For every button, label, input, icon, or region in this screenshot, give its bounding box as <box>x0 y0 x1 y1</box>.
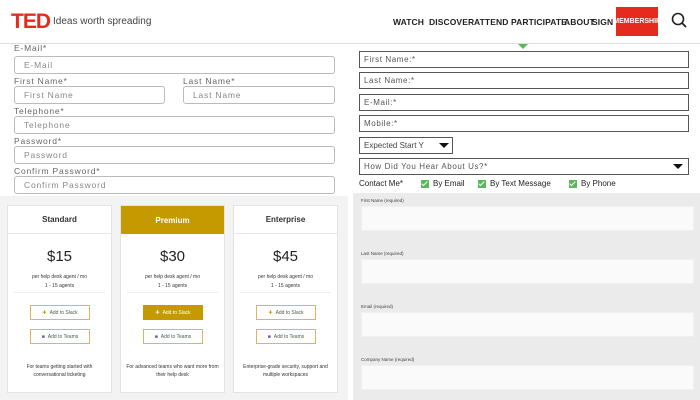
email-label: E-Mail* <box>14 43 47 53</box>
ted-logo[interactable]: TED <box>11 10 51 34</box>
by-text-option[interactable]: By Text Message <box>478 179 551 188</box>
select-value: How Did You Hear About Us?* <box>364 162 488 171</box>
mobile-input[interactable]: Mobile:* <box>359 115 689 132</box>
add-to-teams-button[interactable]: ■ Add to Teams <box>256 329 316 344</box>
button-label: Add to Slack <box>162 309 191 316</box>
plan-card-premium: Premium $30 per help desk agent / mo 1 - … <box>120 205 225 393</box>
first-name-field[interactable]: First Name <box>14 86 165 104</box>
email-field[interactable]: E-Mail <box>14 56 335 74</box>
select-value: Expected Start Y <box>364 141 424 150</box>
button-label: Add to Teams <box>273 333 305 340</box>
expected-start-select[interactable]: Expected Start Y <box>359 137 453 154</box>
plan-price: $15 <box>46 248 73 265</box>
nav-attend[interactable]: ATTEND <box>474 17 508 27</box>
company-name-label: Company Name (required) <box>361 357 415 362</box>
button-label: Add to Teams <box>160 333 192 340</box>
hear-about-us-select[interactable]: How Did You Hear About Us?* <box>359 158 689 175</box>
divider <box>240 292 331 293</box>
option-label: By Phone <box>581 179 616 188</box>
add-to-teams-button[interactable]: ■ Add to Teams <box>143 329 203 344</box>
nav-watch[interactable]: WATCH <box>393 17 424 27</box>
plan-price: $45 <box>272 248 299 265</box>
top-navigation-bar: TED Ideas worth spreading WATCH DISCOVER… <box>0 0 700 44</box>
slack-icon: ✚ <box>42 309 47 316</box>
option-label: By Text Message <box>490 179 551 188</box>
confirm-password-field[interactable]: Confirm Password <box>14 176 335 194</box>
last-name-input[interactable] <box>361 259 694 284</box>
first-name-input[interactable] <box>361 206 694 231</box>
nav-discover[interactable]: DISCOVER <box>429 17 474 27</box>
caret-down-icon <box>518 44 528 49</box>
telephone-label: Telephone* <box>14 106 65 116</box>
add-to-teams-button[interactable]: ■ Add to Teams <box>30 329 90 344</box>
teams-icon: ■ <box>154 333 158 340</box>
add-to-slack-button[interactable]: ✚ Add to Slack <box>30 305 90 320</box>
checkbox-checked-icon[interactable] <box>478 179 486 188</box>
plan-description: per help desk agent / mo 1 - 15 agents <box>234 273 337 291</box>
plan-footer: For teams getting started with conversat… <box>26 364 93 378</box>
plan-name: Premium <box>121 206 224 234</box>
slack-icon: ✚ <box>155 309 160 316</box>
plan-footer: For advanced teams who want more from th… <box>126 364 219 378</box>
last-name-input[interactable]: Last Name:* <box>359 72 689 89</box>
by-phone-option[interactable]: By Phone <box>569 179 616 188</box>
contact-me-label: Contact Me* <box>359 179 404 188</box>
nav-participate[interactable]: PARTICIPATE <box>511 17 567 27</box>
option-label: By Email <box>433 179 465 188</box>
chevron-down-icon <box>439 143 449 148</box>
first-name-label: First Name* <box>14 76 68 86</box>
plan-rate: per help desk agent / mo <box>144 274 201 280</box>
plan-agents: 1 - 15 agents <box>270 283 301 289</box>
add-to-slack-button[interactable]: ✚ Add to Slack <box>256 305 316 320</box>
select-arrow <box>434 138 452 153</box>
divider <box>14 292 105 293</box>
plan-agents: 1 - 15 agents <box>44 283 75 289</box>
plan-description: per help desk agent / mo 1 - 15 agents <box>121 273 224 291</box>
button-label: Add to Slack <box>275 309 304 316</box>
last-name-label: Last Name* <box>183 76 236 86</box>
plan-name: Standard <box>8 206 111 234</box>
password-label: Password* <box>14 136 62 146</box>
plan-card-standard: Standard $15 per help desk agent / mo 1 -… <box>7 205 112 393</box>
plan-rate: per help desk agent / mo <box>257 274 314 280</box>
email-input[interactable]: E-Mail:* <box>359 94 689 111</box>
plan-name: Enterprise <box>234 206 337 234</box>
button-label: Add to Slack <box>49 309 78 316</box>
plan-card-enterprise: Enterprise $45 per help desk agent / mo 1… <box>233 205 338 393</box>
by-email-option[interactable]: By Email <box>421 179 465 188</box>
last-name-field[interactable]: Last Name <box>183 86 335 104</box>
teams-icon: ■ <box>267 333 271 340</box>
plan-footer: Enterprise-grade security, support and m… <box>243 364 328 378</box>
divider <box>127 292 218 293</box>
telephone-field[interactable]: Telephone <box>14 116 335 134</box>
email-input[interactable] <box>361 312 694 337</box>
first-name-input[interactable]: First Name:* <box>359 51 689 68</box>
add-to-slack-button[interactable]: ✚ Add to Slack <box>143 305 203 320</box>
password-field[interactable]: Password <box>14 146 335 164</box>
last-name-label: Last Name (required) <box>361 251 404 256</box>
checkbox-checked-icon[interactable] <box>569 179 577 188</box>
nav-about[interactable]: ABOUT <box>564 17 595 27</box>
chevron-down-icon <box>673 164 683 169</box>
plan-price: $30 <box>159 248 186 265</box>
plan-agents: 1 - 15 agents <box>157 283 188 289</box>
company-name-input[interactable] <box>361 365 694 390</box>
slack-icon: ✚ <box>268 309 273 316</box>
email-label: Email (required) <box>361 304 394 309</box>
button-label: Add to Teams <box>47 333 79 340</box>
tagline: Ideas worth spreading <box>53 16 152 27</box>
confirm-password-label: Confirm Password* <box>14 166 101 176</box>
checkbox-checked-icon[interactable] <box>421 179 429 188</box>
search-icon[interactable] <box>671 12 687 28</box>
plan-description: per help desk agent / mo 1 - 15 agents <box>8 273 111 291</box>
plan-rate: per help desk agent / mo <box>31 274 88 280</box>
first-name-label: First Name (required) <box>361 198 404 203</box>
teams-icon: ■ <box>41 333 45 340</box>
membership-button[interactable]: MEMBERSHIP <box>613 7 661 36</box>
